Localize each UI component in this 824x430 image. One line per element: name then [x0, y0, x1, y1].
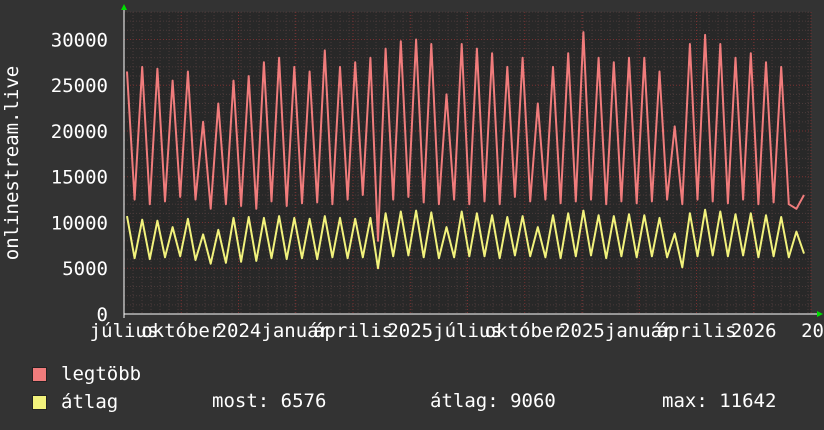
x-tick-label: 2025 [387, 320, 433, 342]
legend-label-atlag: átlag [61, 391, 119, 413]
stat-max: max: 11642 [662, 390, 777, 412]
legend-item-legtobb: legtöbb [32, 362, 141, 386]
y-tick-labels: 050001000015000200002500030000 [51, 29, 108, 326]
stat-atlag: átlag: 9060 [430, 390, 556, 412]
y-tick-label: 10000 [51, 212, 108, 234]
y-axis-label: onlinestream.live [1, 66, 23, 260]
x-tick-label: 20 [801, 320, 824, 342]
y-axis-arrow [121, 4, 127, 10]
legend-label-legtobb: legtöbb [61, 363, 142, 385]
y-tick-label: 25000 [51, 75, 108, 97]
x-axis-arrow [817, 311, 823, 317]
legend-swatch-atlag [32, 394, 47, 410]
legend-swatch-legtobb [32, 366, 47, 382]
y-tick-label: 20000 [51, 121, 108, 143]
legend-item-atlag: átlag [32, 390, 118, 414]
stat-most: most: 6576 [212, 390, 327, 412]
x-tick-label: október [485, 320, 565, 342]
y-tick-label: 30000 [51, 29, 108, 51]
x-tick-label: április [313, 320, 393, 342]
x-tick-label: október [141, 320, 221, 342]
x-tick-label: április [656, 320, 736, 342]
x-tick-labels: júliusoktóber2024 januáráprilis2025 július… [90, 320, 824, 342]
y-tick-label: 15000 [51, 167, 108, 189]
y-tick-label: 5000 [62, 258, 108, 280]
x-tick-label: 2026 [731, 320, 777, 342]
x-tick-label: 2024 [216, 320, 262, 342]
x-tick-label: 2025 [559, 320, 605, 342]
